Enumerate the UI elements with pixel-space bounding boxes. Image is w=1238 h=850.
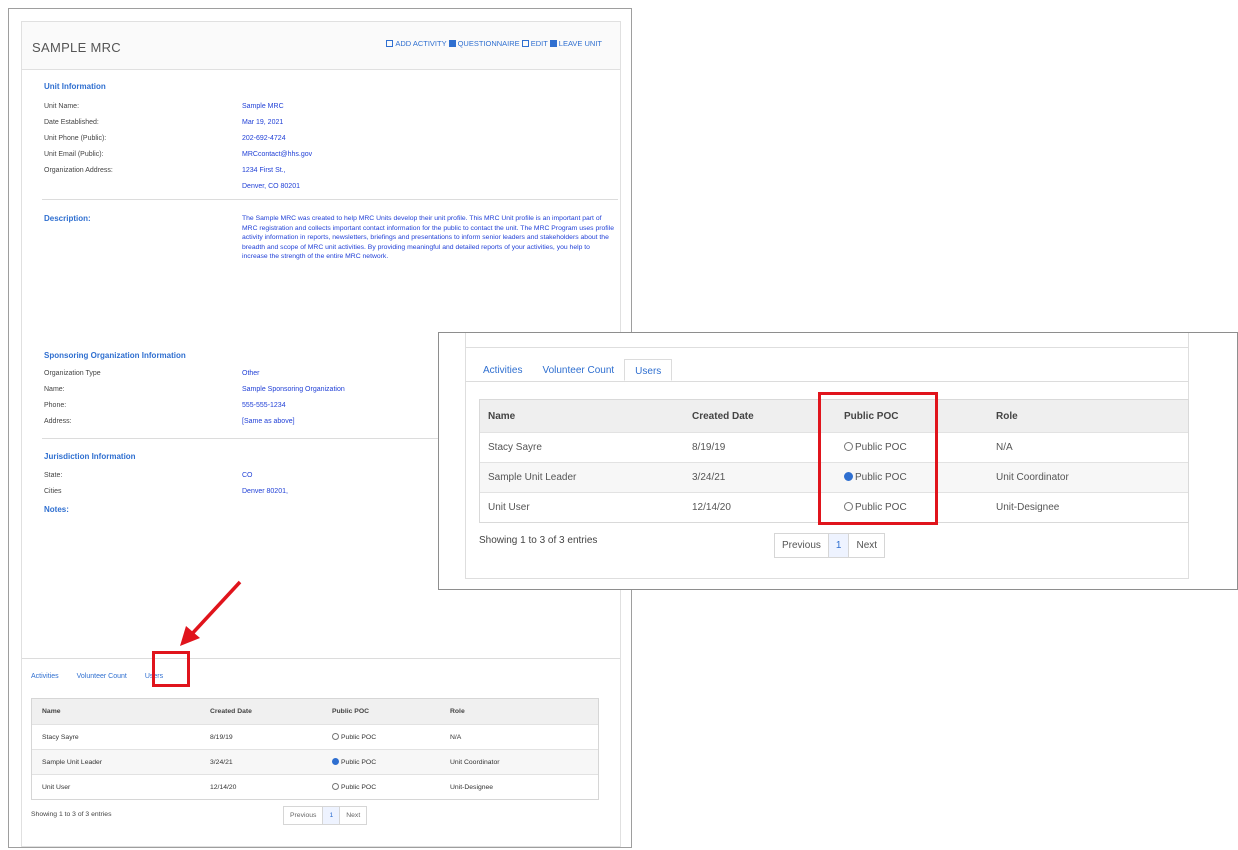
divider: [465, 347, 1189, 348]
notes-heading: Notes:: [44, 505, 69, 514]
col-created-date[interactable]: Created Date: [210, 708, 332, 715]
cities-value: Denver 80201,: [242, 488, 288, 495]
jurisdiction-heading: Jurisdiction Information: [44, 452, 136, 461]
public-poc-option[interactable]: Public POC: [332, 733, 450, 741]
tab-users[interactable]: Users: [624, 359, 673, 381]
state-value: CO: [242, 472, 253, 479]
leave-unit-button[interactable]: LEAVE UNIT: [549, 39, 602, 48]
questionnaire-icon: [448, 40, 456, 47]
user-role: Unit Coordinator: [450, 758, 500, 766]
tab-activities[interactable]: Activities: [473, 359, 532, 381]
created-date: 8/19/19: [210, 733, 233, 741]
radio-selected-icon[interactable]: [332, 758, 339, 765]
cities-label: Cities: [44, 488, 62, 495]
tab-volunteer-count[interactable]: Volunteer Count: [532, 359, 624, 381]
org-address-line2: Denver, CO 80201: [242, 183, 300, 190]
tab-activities[interactable]: Activities: [31, 673, 59, 680]
unit-phone-label: Unit Phone (Public):: [44, 135, 107, 142]
date-established-value: Mar 19, 2021: [242, 119, 284, 126]
leave-unit-icon: [549, 40, 557, 47]
red-arrow-icon: [180, 580, 242, 646]
public-poc-highlight: [818, 392, 938, 525]
description-heading: Description:: [44, 214, 91, 223]
created-date: 3/24/21: [210, 758, 233, 766]
add-activity-icon: [386, 40, 394, 47]
user-name: Stacy Sayre: [488, 442, 542, 453]
table-row: Unit User 12/14/20 Public POC Unit-Desig…: [32, 774, 598, 799]
org-type-value: Other: [242, 370, 260, 377]
page-1-button[interactable]: 1: [828, 534, 850, 557]
user-role: Unit Coordinator: [996, 472, 1069, 483]
divider: [22, 658, 620, 659]
table-row: Stacy Sayre 8/19/19 Public POC N/A: [32, 724, 598, 749]
unit-email-value[interactable]: MRCcontact@hhs.gov: [242, 151, 312, 158]
unit-email-label: Unit Email (Public):: [44, 151, 104, 158]
user-name: Stacy Sayre: [42, 733, 79, 741]
tab-bar: Activities Volunteer Count Users: [31, 673, 163, 680]
previous-button[interactable]: Previous: [775, 534, 829, 557]
card-header: SAMPLE MRC ADD ACTIVITY QUESTIONNAIRE ED…: [22, 22, 620, 70]
tab-volunteer-count[interactable]: Volunteer Count: [77, 673, 127, 680]
unit-phone-value: 202-692-4724: [242, 135, 286, 142]
tab-underline: [465, 381, 1189, 382]
public-poc-option[interactable]: Public POC: [332, 758, 450, 766]
user-role: N/A: [996, 442, 1013, 453]
user-name: Sample Unit Leader: [42, 758, 103, 766]
tab-bar: Activities Volunteer Count Users: [473, 359, 673, 381]
org-type-label: Organization Type: [44, 370, 101, 377]
users-table: Name Created Date Public POC Role Stacy …: [31, 698, 599, 800]
pagination: Previous 1 Next: [283, 806, 368, 825]
sponsor-name-value: Sample Sponsoring Organization: [242, 386, 345, 393]
created-date: 12/14/20: [210, 783, 237, 791]
org-address-label: Organization Address:: [44, 167, 113, 174]
previous-button[interactable]: Previous: [284, 807, 324, 824]
add-activity-button[interactable]: ADD ACTIVITY: [386, 39, 447, 48]
sponsor-phone-value: 555-555-1234: [242, 402, 286, 409]
radio-icon[interactable]: [332, 733, 339, 740]
sponsor-name-label: Name:: [44, 386, 65, 393]
sponsor-address-value: [Same as above]: [242, 418, 295, 425]
col-name[interactable]: Name: [32, 708, 210, 715]
public-poc-option[interactable]: Public POC: [332, 783, 450, 791]
user-role: Unit-Designee: [450, 783, 494, 791]
pagination: Previous 1 Next: [774, 533, 886, 558]
date-established-label: Date Established:: [44, 119, 99, 126]
unit-name-value: Sample MRC: [242, 103, 284, 110]
entries-info: Showing 1 to 3 of 3 entries: [479, 535, 598, 546]
divider: [42, 199, 618, 200]
col-name[interactable]: Name: [480, 411, 692, 422]
description-text: The Sample MRC was created to help MRC U…: [242, 215, 614, 260]
org-address-line1: 1234 First St.,: [242, 167, 286, 174]
radio-icon[interactable]: [332, 783, 339, 790]
user-name: Sample Unit Leader: [488, 472, 577, 483]
next-button[interactable]: Next: [340, 807, 366, 824]
col-public-poc[interactable]: Public POC: [332, 708, 450, 715]
unit-title: SAMPLE MRC: [32, 40, 121, 55]
user-role: N/A: [450, 733, 462, 741]
col-role[interactable]: Role: [450, 708, 598, 715]
unit-name-label: Unit Name:: [44, 103, 80, 110]
next-button[interactable]: Next: [849, 534, 884, 557]
user-role: Unit-Designee: [996, 502, 1060, 513]
page-1-button[interactable]: 1: [323, 807, 341, 824]
table-row: Sample Unit Leader 3/24/21 Public POC Un…: [32, 749, 598, 774]
user-name: Unit User: [488, 502, 530, 513]
edit-button[interactable]: EDIT: [521, 39, 548, 48]
table-header: Name Created Date Public POC Role: [32, 699, 598, 724]
users-tab-highlight: [152, 651, 190, 687]
edit-icon: [521, 40, 529, 47]
state-label: State:: [44, 472, 63, 479]
entries-info: Showing 1 to 3 of 3 entries: [31, 811, 112, 818]
sponsor-phone-label: Phone:: [44, 402, 67, 409]
user-name: Unit User: [42, 783, 71, 791]
header-actions: ADD ACTIVITY QUESTIONNAIRE EDIT LEAVE UN…: [386, 39, 602, 48]
unit-info-heading: Unit Information: [44, 82, 106, 91]
questionnaire-button[interactable]: QUESTIONNAIRE: [448, 39, 520, 48]
sponsor-address-label: Address:: [44, 418, 72, 425]
sponsor-heading: Sponsoring Organization Information: [44, 351, 186, 360]
col-role[interactable]: Role: [996, 411, 1188, 422]
